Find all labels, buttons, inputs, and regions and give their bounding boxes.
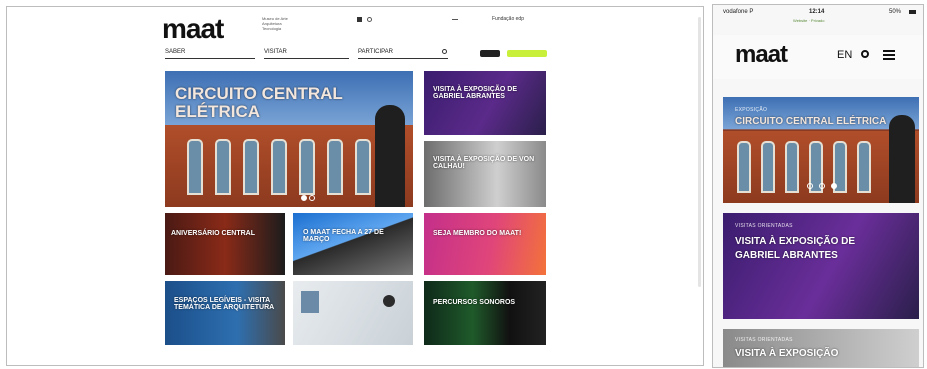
tile-title: VISITA À EXPOSIÇÃO DE GABRIEL ABRANTES xyxy=(735,236,856,261)
nav-saber-line xyxy=(165,58,255,59)
status-bar: vodafone P 12:14 50% Website · Privado xyxy=(713,5,923,29)
battery-icon xyxy=(909,10,916,14)
building-image xyxy=(165,105,413,207)
desktop-screenshot: maat Museu de Arte Arquitetura Tecnologi… xyxy=(6,6,704,366)
tile-seja-membro[interactable]: SEJA MEMBRO DO MAAT! xyxy=(424,213,546,275)
artwork-image xyxy=(301,291,319,313)
url-hint: Website · Privado xyxy=(793,18,825,23)
carousel-dot[interactable] xyxy=(807,183,813,189)
mobile-header: maat EN xyxy=(713,35,923,79)
nav-visitar-line xyxy=(264,58,349,59)
battery-label: 50% xyxy=(889,9,902,15)
carousel-dot[interactable] xyxy=(301,195,307,201)
nav-visitar[interactable]: VISITAR xyxy=(264,49,287,55)
fundacao-edp[interactable]: Fundação edp xyxy=(492,16,524,22)
tile-title: CIRCUITO CENTRAL ELÉTRICA xyxy=(735,116,887,127)
tile-title: VISITA À EXPOSIÇÃO xyxy=(735,348,839,359)
header-subtitle: Museu de Arte Arquitetura Tecnologia xyxy=(262,16,288,31)
tile-gabriel-abrantes[interactable]: VISITA À EXPOSIÇÃO DE GABRIEL ABRANTES xyxy=(424,71,546,135)
tile-title: PERCURSOS SONOROS xyxy=(433,299,516,306)
mobile-screenshot: vodafone P 12:14 50% Website · Privado m… xyxy=(712,4,924,368)
mobile-tile-gabriel-abrantes[interactable]: VISITAS ORIENTADAS VISITA À EXPOSIÇÃO DE… xyxy=(723,213,919,319)
tile-von-calhau[interactable]: VISITA À EXPOSIÇÃO DE VON CALHAU! xyxy=(424,141,546,207)
nav-saber[interactable]: SABER xyxy=(165,49,185,55)
carrier-label: vodafone P xyxy=(723,9,754,15)
tile-gallery[interactable] xyxy=(293,281,413,345)
mobile-tile-visita[interactable]: VISITAS ORIENTADAS VISITA À EXPOSIÇÃO xyxy=(723,329,919,367)
tile-espacos-legiveis[interactable]: ESPAÇOS LEGÍVEIS - VISITA TEMÁTICA DE AR… xyxy=(165,281,285,345)
maat-logo[interactable]: maat xyxy=(162,13,224,45)
tickets-button[interactable] xyxy=(507,50,547,57)
tile-title: ESPAÇOS LEGÍVEIS - VISITA TEMÁTICA DE AR… xyxy=(174,297,275,312)
dash-icon xyxy=(452,19,458,20)
carousel-dot[interactable] xyxy=(309,195,315,201)
search-icon[interactable] xyxy=(442,49,447,54)
carousel-dot[interactable] xyxy=(831,183,837,189)
tile-percursos-sonoros[interactable]: PERCURSOS SONOROS xyxy=(424,281,546,345)
search-icon[interactable] xyxy=(861,50,869,58)
menu-icon[interactable] xyxy=(883,50,895,52)
clock: 12:14 xyxy=(809,9,825,15)
building-image xyxy=(723,115,919,203)
tile-title: O MAAT FECHA A 27 DE MARÇO xyxy=(303,229,384,244)
carousel-dot[interactable] xyxy=(819,183,825,189)
globe-icon[interactable] xyxy=(367,17,372,22)
tile-aniversario[interactable]: ANIVERSÁRIO CENTRAL xyxy=(165,213,285,275)
tile-kicker: VISITAS ORIENTADAS xyxy=(735,223,793,229)
site-header: maat Museu de Arte Arquitetura Tecnologi… xyxy=(162,13,552,65)
nav-participar-line xyxy=(358,58,448,59)
mobile-hero-tile[interactable]: EXPOSIÇÃO CIRCUITO CENTRAL ELÉTRICA xyxy=(723,97,919,203)
tile-kicker: VISITAS ORIENTADAS xyxy=(735,337,793,343)
tile-title: VISITA À EXPOSIÇÃO DE VON CALHAU! xyxy=(433,156,535,171)
tile-kicker: EXPOSIÇÃO xyxy=(735,107,768,113)
maat-logo[interactable]: maat xyxy=(735,41,788,69)
tile-title: SEJA MEMBRO DO MAAT! xyxy=(433,230,522,237)
hero-tile[interactable]: CIRCUITO CENTRAL ELÉTRICA xyxy=(165,71,413,207)
nav-participar[interactable]: PARTICIPAR xyxy=(358,49,393,55)
flag-icon[interactable] xyxy=(357,17,362,22)
language-button[interactable] xyxy=(480,50,500,57)
artwork-image xyxy=(383,295,395,307)
tile-maat-fecha[interactable]: O MAAT FECHA A 27 DE MARÇO xyxy=(293,213,413,275)
hero-title: CIRCUITO CENTRAL ELÉTRICA xyxy=(175,84,343,121)
tile-title: VISITA À EXPOSIÇÃO DE GABRIEL ABRANTES xyxy=(433,86,518,101)
scrollbar[interactable] xyxy=(698,17,701,287)
tile-title: ANIVERSÁRIO CENTRAL xyxy=(171,230,256,237)
language-toggle[interactable]: EN xyxy=(837,49,852,61)
